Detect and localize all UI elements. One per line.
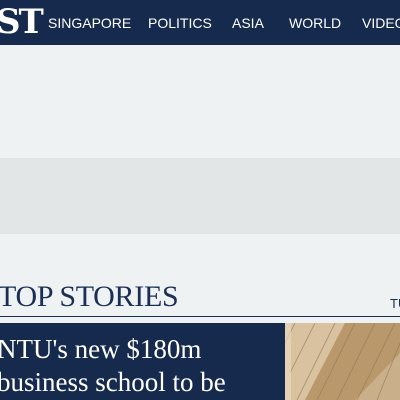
nav-item-asia[interactable]: ASIA: [232, 14, 264, 32]
building-photo: [285, 323, 400, 400]
ad-placeholder: [0, 158, 400, 234]
lead-story-card[interactable]: NTU's new $180m business school to be: [0, 323, 285, 400]
nav-item-world[interactable]: WORLD: [289, 14, 341, 32]
section-divider: [0, 316, 400, 317]
nav-item-video[interactable]: VIDEO: [362, 14, 400, 32]
lead-story-headline[interactable]: NTU's new $180m business school to be: [0, 333, 285, 399]
site-logo[interactable]: ST: [0, 2, 44, 42]
nav-item-politics[interactable]: POLITICS: [148, 14, 212, 32]
lead-story-image[interactable]: [285, 323, 400, 400]
section-title: TOP STORIES: [0, 280, 179, 313]
page: ST SINGAPORE POLITICS ASIA WORLD VIDEO T…: [0, 0, 400, 400]
nav-item-singapore[interactable]: SINGAPORE: [48, 14, 131, 32]
section-side-label[interactable]: TU: [390, 296, 400, 312]
top-nav-bar: ST SINGAPORE POLITICS ASIA WORLD VIDEO: [0, 0, 400, 45]
